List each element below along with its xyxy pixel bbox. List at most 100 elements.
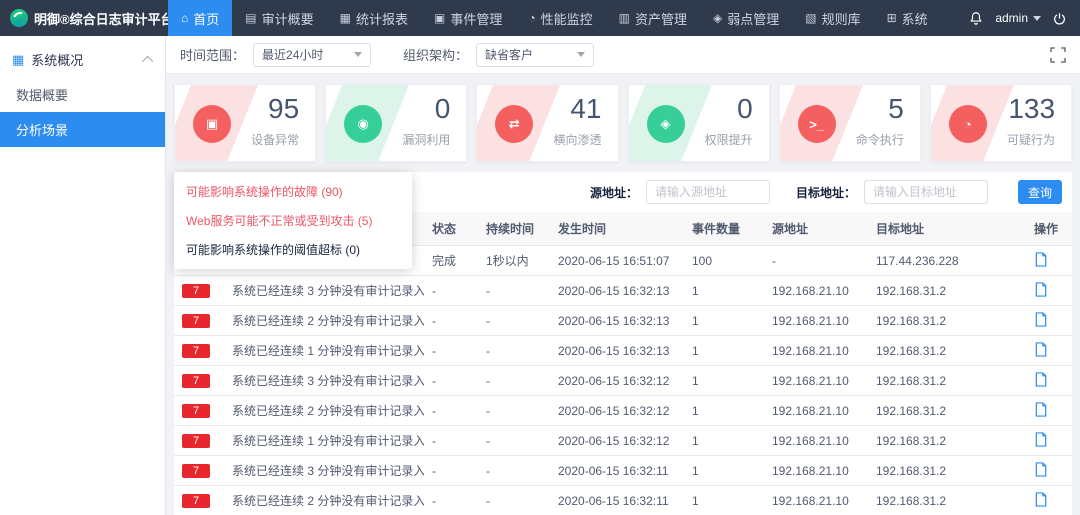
navbar-right: admin	[969, 0, 1080, 36]
cell-occurred: 2020-06-15 16:32:12	[550, 426, 684, 456]
cell-target: 192.168.31.2	[868, 426, 1026, 456]
sidebar-group-system-overview[interactable]: ▦ 系统概况	[0, 42, 165, 77]
popup-item-system-fault[interactable]: 可能影响系统操作的故障 (90)	[174, 177, 412, 206]
sidebar: ▦ 系统概况 数据概要 分析场景	[0, 36, 166, 515]
cell-occurred: 2020-06-15 16:32:12	[550, 366, 684, 396]
popup-item-threshold-exceed[interactable]: 可能影响系统操作的阈值超标 (0)	[174, 235, 412, 264]
nav-label: 性能监控	[541, 9, 593, 28]
nav-item-home[interactable]: ⌂ 首页	[168, 0, 232, 36]
time-range-label: 时间范围：	[180, 45, 245, 64]
cell-source: 192.168.21.10	[764, 426, 868, 456]
nav-item-asset-management[interactable]: ▥ 资产管理	[606, 0, 700, 36]
cell-name: 系统已经连续 1 分钟没有审计记录入库	[224, 426, 424, 456]
stat-cards-row: ▣ 95 设备异常 ◉ 0 漏洞利用 ⇄ 41 横向渗透	[166, 74, 1080, 162]
doc-icon[interactable]	[1034, 432, 1048, 447]
user-menu[interactable]: admin	[995, 11, 1041, 25]
doc-icon[interactable]	[1034, 372, 1048, 387]
stat-card-vuln-exploit[interactable]: ◉ 0 漏洞利用	[325, 84, 467, 162]
doc-icon[interactable]	[1034, 402, 1048, 417]
cell-occurred: 2020-06-15 16:51:07	[550, 246, 684, 276]
doc-icon[interactable]	[1034, 282, 1048, 297]
power-icon[interactable]	[1053, 12, 1066, 25]
level-badge: 7	[182, 464, 210, 478]
cell-source: 192.168.21.10	[764, 486, 868, 515]
nav-item-performance-monitor[interactable]: ◔ 性能监控	[515, 0, 605, 36]
cell-duration: -	[478, 486, 550, 515]
nav-item-statistics-report[interactable]: ▦ 统计报表	[327, 0, 421, 36]
stat-value: 95	[268, 93, 299, 125]
table-row: 7 系统已经连续 2 分钟没有审计记录入库 - - 2020-06-15 16:…	[174, 486, 1072, 515]
sidebar-item-data-summary[interactable]: 数据概要	[0, 77, 165, 112]
stat-value: 5	[888, 93, 904, 125]
cell-target: 192.168.31.2	[868, 486, 1026, 515]
doc-icon[interactable]	[1034, 252, 1048, 267]
app-root: 明御®综合日志审计平台 ⌂ 首页 ▤ 审计概要 ▦ 统计报表 ▣ 事件管理 ◔ …	[0, 0, 1080, 515]
cell-target: 192.168.31.2	[868, 366, 1026, 396]
stat-label: 可疑行为	[1007, 131, 1055, 148]
chevron-down-icon	[354, 52, 362, 57]
stat-card-device-anomaly[interactable]: ▣ 95 设备异常	[174, 84, 316, 162]
cell-target: 192.168.31.2	[868, 306, 1026, 336]
nav-item-event-management[interactable]: ▣ 事件管理	[421, 0, 515, 36]
cell-name: 系统已经连续 1 分钟没有审计记录入库	[224, 336, 424, 366]
cell-duration: -	[478, 366, 550, 396]
cell-duration: -	[478, 276, 550, 306]
table-row: 7 系统已经连续 3 分钟没有审计记录入库 - - 2020-06-15 16:…	[174, 456, 1072, 486]
stat-label: 命令执行	[856, 131, 904, 148]
org-structure-label: 组织架构：	[403, 45, 468, 64]
cell-name: 系统已经连续 3 分钟没有审计记录入库	[224, 366, 424, 396]
table-row: 7 系统已经连续 3 分钟没有审计记录入库 - - 2020-06-15 16:…	[174, 366, 1072, 396]
nav-item-weakness-management[interactable]: ◈ 弱点管理	[700, 0, 792, 36]
app-logo: 明御®综合日志审计平台	[0, 0, 166, 36]
header-status: 状态	[424, 212, 478, 246]
source-address-input[interactable]	[646, 180, 770, 204]
cell-name: 系统已经连续 3 分钟没有审计记录入库	[224, 456, 424, 486]
query-button[interactable]: 查询	[1018, 180, 1062, 204]
nav-item-system[interactable]: ⊞ 系统	[874, 0, 941, 36]
cell-count: 1	[684, 396, 764, 426]
stat-card-suspicious-behavior[interactable]: ◔ 133 可疑行为	[930, 84, 1072, 162]
global-filter-bar: 时间范围： 最近24小时 组织架构： 缺省客户	[166, 36, 1080, 74]
rulebase-icon: ▧	[805, 11, 816, 25]
cell-source: 192.168.21.10	[764, 396, 868, 426]
doc-icon[interactable]	[1034, 492, 1048, 507]
main-content: 时间范围： 最近24小时 组织架构： 缺省客户	[166, 36, 1080, 515]
stat-label: 设备异常	[251, 131, 299, 148]
level-badge: 7	[182, 434, 210, 448]
doc-icon[interactable]	[1034, 462, 1048, 477]
nav-label: 系统	[902, 9, 928, 28]
cell-occurred: 2020-06-15 16:32:11	[550, 456, 684, 486]
org-structure-select[interactable]: 缺省客户	[476, 43, 594, 67]
bell-icon[interactable]	[969, 11, 983, 25]
cell-source: -	[764, 246, 868, 276]
lock-icon: ◈	[647, 105, 685, 143]
header-count: 事件数量	[684, 212, 764, 246]
app-title: 明御®综合日志审计平台	[34, 9, 174, 28]
overview-icon: ▦	[12, 52, 24, 68]
nav-label: 审计概要	[262, 9, 314, 28]
doc-icon[interactable]	[1034, 312, 1048, 327]
sidebar-item-analysis-scene[interactable]: 分析场景	[0, 112, 165, 147]
cell-status: -	[424, 456, 478, 486]
gauge-icon: ◔	[528, 11, 535, 25]
level-badge: 7	[182, 284, 210, 298]
cell-target: 192.168.31.2	[868, 456, 1026, 486]
popup-item-web-attack[interactable]: Web服务可能不正常或受到攻击 (5)	[174, 206, 412, 235]
doc-icon[interactable]	[1034, 342, 1048, 357]
time-range-select[interactable]: 最近24小时	[253, 43, 371, 67]
nav-item-rule-base[interactable]: ▧ 规则库	[792, 0, 873, 36]
main-nav: ⌂ 首页 ▤ 审计概要 ▦ 统计报表 ▣ 事件管理 ◔ 性能监控 ▥ 资产管理	[168, 0, 941, 36]
nav-item-audit-summary[interactable]: ▤ 审计概要	[232, 0, 326, 36]
level-badge: 7	[182, 344, 210, 358]
stat-card-lateral-movement[interactable]: ⇄ 41 横向渗透	[476, 84, 618, 162]
cell-count: 1	[684, 306, 764, 336]
device-anomaly-dropdown: 可能影响系统操作的故障 (90) Web服务可能不正常或受到攻击 (5) 可能影…	[174, 172, 412, 269]
brand-swirl-icon	[10, 9, 28, 27]
target-address-input[interactable]	[864, 180, 988, 204]
stat-label: 漏洞利用	[402, 131, 450, 148]
nav-label: 资产管理	[635, 9, 687, 28]
stat-card-command-execution[interactable]: >_ 5 命令执行	[779, 84, 921, 162]
fullscreen-icon[interactable]	[1050, 47, 1066, 63]
target-address-label: 目标地址：	[796, 184, 856, 201]
stat-card-privilege-escalation[interactable]: ◈ 0 权限提升	[628, 84, 770, 162]
